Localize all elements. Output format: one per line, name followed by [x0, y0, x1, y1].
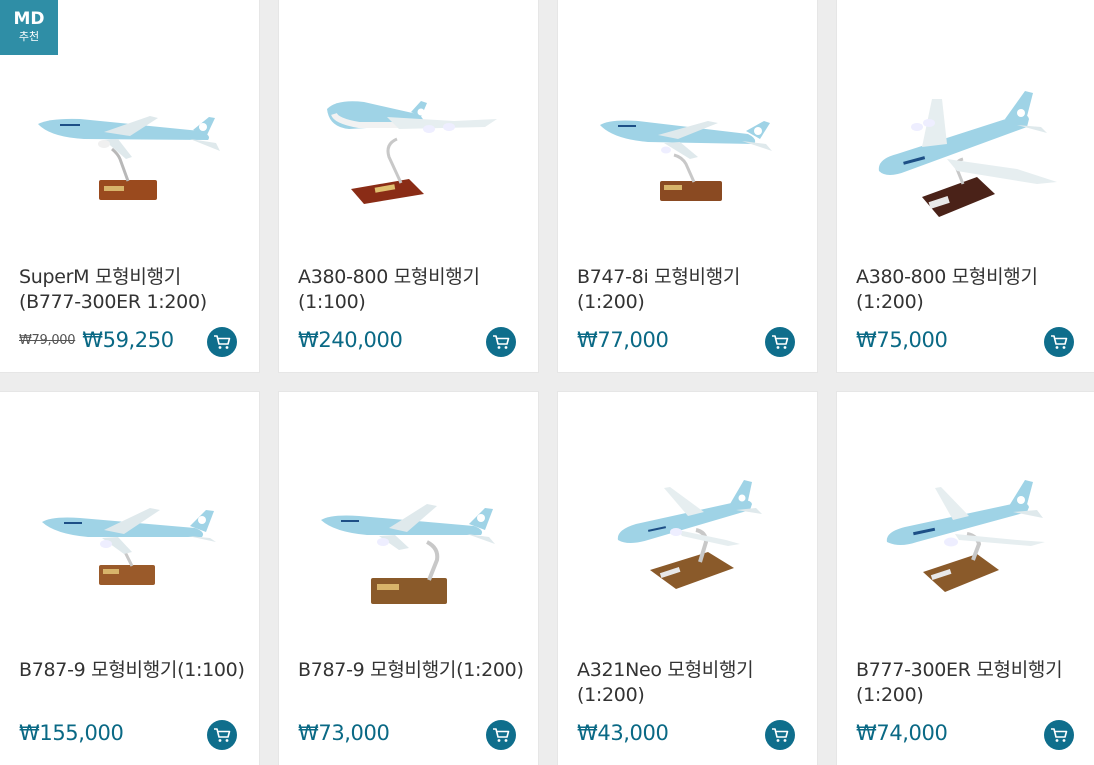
product-image[interactable]: [558, 392, 817, 642]
product-card[interactable]: B777-300ER 모형비행기 (1:200) ₩74,000: [837, 392, 1094, 765]
shopping-cart-icon: [214, 728, 231, 742]
md-recommend-badge: MD 추천: [0, 0, 58, 55]
price-row: ₩155,000: [19, 718, 124, 748]
badge-label: MD: [13, 9, 45, 29]
product-title[interactable]: A380-800 모형비행기 (1:100): [298, 265, 528, 315]
add-to-cart-button[interactable]: [486, 327, 516, 357]
product-grid: MD 추천 SuperM 모형비행기 (B777-300ER 1:200) ₩7…: [0, 0, 1094, 765]
price-row: ₩73,000: [298, 718, 390, 748]
shopping-cart-icon: [214, 335, 231, 349]
add-to-cart-button[interactable]: [486, 720, 516, 750]
product-card[interactable]: MD 추천 SuperM 모형비행기 (B777-300ER 1:200) ₩7…: [0, 0, 259, 372]
shopping-cart-icon: [1051, 335, 1068, 349]
product-title[interactable]: SuperM 모형비행기 (B777-300ER 1:200): [19, 265, 249, 315]
add-to-cart-button[interactable]: [765, 327, 795, 357]
sale-price: ₩240,000: [298, 328, 403, 352]
sale-price: ₩74,000: [856, 721, 948, 745]
sale-price: ₩73,000: [298, 721, 390, 745]
badge-sublabel: 추천: [18, 30, 40, 43]
add-to-cart-button[interactable]: [207, 720, 237, 750]
shopping-cart-icon: [493, 728, 510, 742]
product-image[interactable]: [0, 392, 259, 642]
product-image[interactable]: [279, 0, 538, 249]
product-image[interactable]: [558, 0, 817, 249]
price-row: ₩75,000: [856, 325, 948, 355]
product-card[interactable]: B747-8i 모형비행기 (1:200) ₩77,000: [558, 0, 817, 372]
product-title[interactable]: A380-800 모형비행기 (1:200): [856, 265, 1086, 315]
add-to-cart-button[interactable]: [207, 327, 237, 357]
product-title[interactable]: A321Neo 모형비행기 (1:200): [577, 658, 807, 708]
product-title[interactable]: B787-9 모형비행기(1:100): [19, 658, 249, 683]
price-row: ₩77,000: [577, 325, 669, 355]
product-title[interactable]: B787-9 모형비행기(1:200): [298, 658, 528, 683]
sale-price: ₩43,000: [577, 721, 669, 745]
price-row: ₩43,000: [577, 718, 669, 748]
product-card[interactable]: B787-9 모형비행기(1:100) ₩155,000: [0, 392, 259, 765]
product-image[interactable]: [279, 392, 538, 642]
sale-price: ₩75,000: [856, 328, 948, 352]
shopping-cart-icon: [772, 728, 789, 742]
product-image[interactable]: [837, 392, 1094, 642]
add-to-cart-button[interactable]: [1044, 720, 1074, 750]
sale-price: ₩155,000: [19, 721, 124, 745]
sale-price: ₩59,250: [82, 328, 174, 352]
add-to-cart-button[interactable]: [765, 720, 795, 750]
sale-price: ₩77,000: [577, 328, 669, 352]
product-card[interactable]: A380-800 모형비행기 (1:100) ₩240,000: [279, 0, 538, 372]
shopping-cart-icon: [493, 335, 510, 349]
product-card[interactable]: A380-800 모형비행기 (1:200) ₩75,000: [837, 0, 1094, 372]
product-card[interactable]: A321Neo 모형비행기 (1:200) ₩43,000: [558, 392, 817, 765]
product-card[interactable]: B787-9 모형비행기(1:200) ₩73,000: [279, 392, 538, 765]
add-to-cart-button[interactable]: [1044, 327, 1074, 357]
product-title[interactable]: B777-300ER 모형비행기 (1:200): [856, 658, 1086, 708]
shopping-cart-icon: [772, 335, 789, 349]
price-row: ₩74,000: [856, 718, 948, 748]
shopping-cart-icon: [1051, 728, 1068, 742]
price-row: ₩240,000: [298, 325, 403, 355]
price-row: ₩79,000 ₩59,250: [19, 325, 174, 355]
product-image[interactable]: [837, 0, 1094, 249]
product-title[interactable]: B747-8i 모형비행기 (1:200): [577, 265, 807, 315]
original-price: ₩79,000: [19, 332, 76, 348]
